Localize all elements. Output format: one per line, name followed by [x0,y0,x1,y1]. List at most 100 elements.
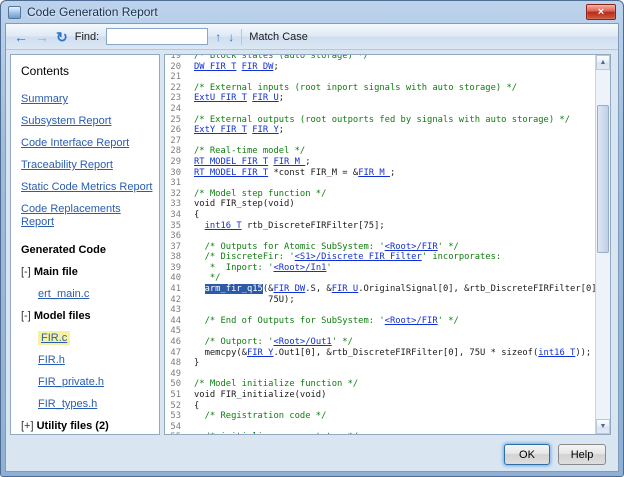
file-link-fir-h[interactable]: FIR.h [38,354,65,366]
code-link[interactable]: FIR_DW [273,284,305,294]
code-link[interactable]: RT_MODEL_FIR_T [194,157,268,167]
sidebar-item-static-code-metrics-report: Static Code Metrics Report [21,181,155,194]
code-line: 31 [165,178,595,189]
code-link[interactable]: <Root>/FIR [385,316,438,326]
code-line: 52 { [165,401,595,412]
match-case-toggle[interactable]: Match Case [249,31,308,43]
ok-button[interactable]: OK [504,444,550,465]
code-link[interactable]: <Root>/FIR [385,242,438,252]
code-comment: ' incorporates: [421,252,502,263]
line-number: 49 [170,368,181,379]
sidebar-link-static-code-metrics-report[interactable]: Static Code Metrics Report [21,181,152,193]
back-icon[interactable]: ← [14,30,28,44]
sidebar-link-traceability-report[interactable]: Traceability Report [21,159,113,171]
code-line-text: int16_T rtb_DiscreteFIRFilter[75]; [194,221,385,232]
help-button[interactable]: Help [558,444,606,465]
code-text: } [194,358,200,369]
code-link[interactable]: int16_T [205,221,242,231]
file-link-fir-c[interactable]: FIR.c [38,331,71,345]
scroll-down-arrow[interactable]: ▼ [596,419,610,434]
code-link[interactable]: int16_T [538,348,575,358]
forward-icon[interactable]: → [35,30,49,44]
code-line-text: 75U); [194,295,295,306]
code-line: 51 void FIR_initialize(void) [165,390,595,401]
scrollbar-thumb[interactable] [597,105,609,253]
line-number: 35 [170,220,181,231]
code-text: .S, & [305,284,332,295]
tree-toggle-icon[interactable]: [+] [21,420,34,432]
code-line: 34 { [165,210,595,221]
code-link[interactable]: FIR_U [252,93,278,103]
code-link[interactable]: RT_MODEL_FIR_T [194,168,268,178]
file-link-fir-private-h[interactable]: FIR_private.h [38,376,104,388]
code-text: (& [262,284,274,295]
code-line: 35 int16_T rtb_DiscreteFIRFilter[75]; [165,221,595,232]
refresh-icon[interactable]: ↻ [56,30,68,44]
line-number: 39 [170,262,181,273]
code-link[interactable]: FIR_Y [247,348,273,358]
tree-toggle-icon[interactable]: [-] [21,266,31,278]
sidebar-link-code-interface-report[interactable]: Code Interface Report [21,137,129,149]
code-line: 45 [165,326,595,337]
code-link[interactable]: FIR_U [332,284,358,294]
code-line: 26 ExtY_FIR_T FIR_Y; [165,125,595,136]
sidebar-item-code-interface-report: Code Interface Report [21,137,155,150]
tree-file-row: FIR_types.h [38,398,155,411]
code-line-text: /* End of Outputs for SubSystem: '<Root>… [194,316,459,327]
code-link[interactable]: DW_FIR_T [194,62,236,72]
line-number: 42 [170,294,181,305]
code-link[interactable]: <Root>/In1 [273,263,326,273]
code-link[interactable]: <S1>/Discrete FIR Filter [295,252,422,262]
line-number: 51 [170,390,181,400]
line-number: 24 [170,103,181,114]
line-number: 46 [170,337,181,348]
code-line: 55 /* initialize error status */ [165,432,595,434]
code-comment: /* External inputs (root inport signals … [194,82,518,93]
code-line: 24 [165,104,595,115]
vertical-scrollbar[interactable]: ▲ ▼ [595,55,610,434]
code-link[interactable]: ExtY_FIR_T [194,125,247,135]
code-line: 36 [165,231,595,242]
find-input[interactable] [106,28,209,45]
sidebar-link-code-replacements-report[interactable]: Code Replacements Report [21,203,121,228]
tree-toggle-icon[interactable]: [-] [21,310,31,322]
code-line-text: memcpy(&FIR_Y.Out1[0], &rtb_DiscreteFIRF… [194,347,592,359]
code-line: 19 /* Block states (auto storage) */ [165,55,595,62]
code-text: .Out1[0], &rtb_DiscreteFIRFilter[0], 75U… [273,347,539,358]
code-comment: ' [326,262,332,273]
code-link[interactable]: FIR_M_ [358,168,390,178]
close-button[interactable]: × [586,4,616,20]
line-number: 37 [170,241,181,252]
code-text: ; [273,61,279,72]
find-previous-icon[interactable]: ↑ [215,31,221,43]
line-number: 26 [170,125,181,136]
code-line: 43 [165,305,595,316]
line-number: 32 [170,188,181,199]
code-line: 21 [165,72,595,83]
code-link[interactable]: <Root>/Out1 [273,337,331,347]
code-text: void FIR_step(void) [194,199,295,210]
line-number: 29 [170,156,181,167]
code-link[interactable]: FIR_M_ [273,157,305,167]
find-next-icon[interactable]: ↓ [228,31,234,43]
scroll-up-arrow[interactable]: ▲ [596,55,610,70]
sidebar-link-summary[interactable]: Summary [21,93,68,105]
sidebar-link-subsystem-report[interactable]: Subsystem Report [21,115,111,127]
file-link-ert-main-c[interactable]: ert_main.c [38,288,89,300]
code-link[interactable]: ExtU_FIR_T [194,93,247,103]
line-number: 21 [170,72,181,83]
code-comment: /* Outputs for Atomic SubSystem: ' [194,241,385,252]
line-number: 38 [170,252,181,263]
line-number: 27 [170,135,181,146]
sidebar-tree: [-] Main file ert_main.c [-] Model files FI… [21,266,155,433]
code-line-text: /* initialize error status */ [194,432,359,434]
file-link-fir-types-h[interactable]: FIR_types.h [38,398,97,410]
code-line-text: } [194,358,199,369]
code-line: 23 ExtU_FIR_T FIR_U; [165,93,595,104]
sidebar-item-traceability-report: Traceability Report [21,159,155,172]
code-link[interactable]: FIR_DW [242,62,274,72]
code-link[interactable]: FIR_Y [252,125,278,135]
tree-group-utility-files-2: [+] Utility files (2) [21,420,155,433]
